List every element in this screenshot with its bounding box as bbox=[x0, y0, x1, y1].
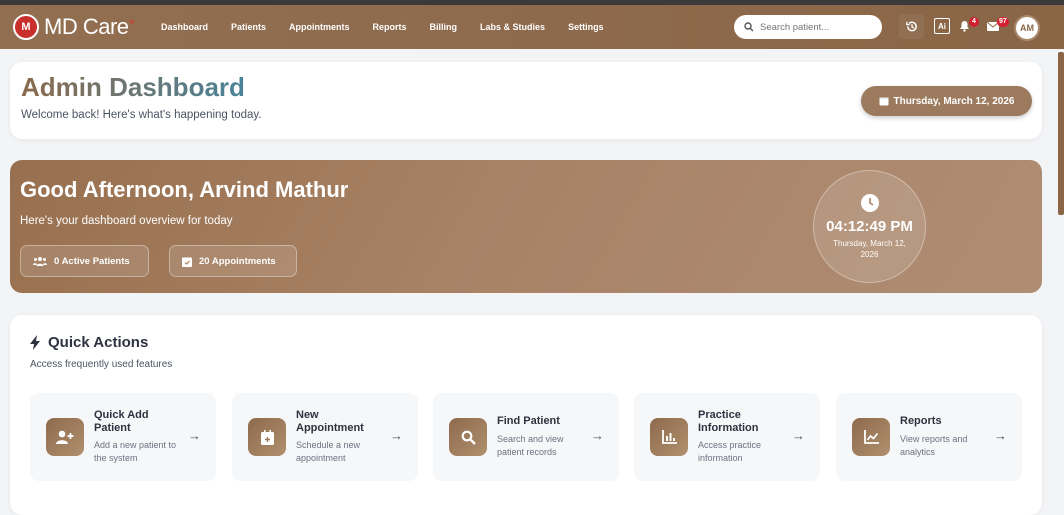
date-text: Thursday, March 12, 2026 bbox=[893, 95, 1015, 107]
card-description: Access practice information bbox=[698, 440, 762, 463]
clock-icon bbox=[861, 194, 879, 212]
bolt-icon bbox=[30, 335, 40, 350]
nav-appointments[interactable]: Appointments bbox=[289, 22, 350, 32]
card-description: Add a new patient to the system bbox=[94, 440, 177, 463]
nav-patients[interactable]: Patients bbox=[231, 22, 266, 32]
quick-add-patient-card[interactable]: Quick Add Patient Add a new patient to t… bbox=[30, 393, 216, 481]
live-clock: 04:12:49 PM Thursday, March 12, 2026 bbox=[813, 170, 926, 283]
history-button[interactable] bbox=[899, 14, 924, 39]
nav-reports[interactable]: Reports bbox=[373, 22, 407, 32]
new-appointment-card[interactable]: New Appointment Schedule a new appointme… bbox=[232, 393, 418, 481]
nav-billing[interactable]: Billing bbox=[430, 22, 458, 32]
arrow-right-icon: → bbox=[994, 428, 1007, 443]
chart-icon bbox=[650, 418, 688, 456]
card-description: View reports and analytics bbox=[900, 434, 968, 457]
card-title: Find Patient bbox=[497, 415, 560, 427]
user-avatar[interactable]: AM bbox=[1014, 15, 1040, 41]
calendar-icon bbox=[879, 97, 888, 106]
greeting-banner: Good Afternoon, Arvind Mathur Here's you… bbox=[10, 160, 1042, 293]
nav-labs-studies[interactable]: Labs & Studies bbox=[480, 22, 545, 32]
card-title: Reports bbox=[900, 415, 942, 427]
practice-information-card[interactable]: Practice Information Access practice inf… bbox=[634, 393, 820, 481]
ai-icon: Ai bbox=[938, 21, 946, 31]
page-title: Admin Dashboard bbox=[21, 72, 245, 102]
arrow-right-icon: → bbox=[792, 428, 805, 443]
brand-name: MD Care bbox=[44, 14, 129, 39]
logo-mark-icon: M bbox=[13, 14, 39, 40]
brand-plus: + bbox=[128, 16, 135, 29]
reports-card[interactable]: Reports View reports and analytics → bbox=[836, 393, 1022, 481]
calendar-check-icon bbox=[182, 257, 192, 267]
bell-icon bbox=[959, 21, 969, 32]
messages-button[interactable]: 97 bbox=[985, 17, 1009, 34]
notifications-button[interactable]: 4 bbox=[956, 17, 979, 34]
greeting-subtitle: Here's your dashboard overview for today bbox=[20, 215, 233, 227]
greeting-title: Good Afternoon, Arvind Mathur bbox=[20, 177, 349, 202]
card-description: Schedule a new appointment bbox=[296, 440, 361, 463]
nav-dashboard[interactable]: Dashboard bbox=[161, 22, 208, 32]
search-box bbox=[734, 15, 882, 39]
brand-logo[interactable]: M MD Care+ bbox=[13, 14, 135, 40]
clock-time: 04:12:49 PM bbox=[826, 218, 913, 235]
ai-button[interactable]: Ai bbox=[934, 18, 950, 34]
active-patients-chip[interactable]: 0 Active Patients bbox=[20, 245, 149, 277]
card-description: Search and view patient records bbox=[497, 434, 564, 457]
find-patient-card[interactable]: Find Patient Search and view patient rec… bbox=[433, 393, 619, 481]
search-icon bbox=[744, 22, 754, 32]
date-badge: Thursday, March 12, 2026 bbox=[861, 86, 1032, 116]
search-input[interactable] bbox=[760, 21, 870, 33]
user-plus-icon bbox=[46, 418, 84, 456]
arrow-right-icon: → bbox=[390, 428, 403, 443]
page-header-card: Admin Dashboard Welcome back! Here's wha… bbox=[10, 62, 1042, 139]
appointments-chip[interactable]: 20 Appointments bbox=[169, 245, 297, 277]
quick-actions-title: Quick Actions bbox=[48, 334, 149, 351]
line-chart-icon bbox=[852, 418, 890, 456]
messages-badge: 97 bbox=[997, 17, 1009, 27]
arrow-right-icon: → bbox=[188, 428, 201, 443]
notifications-badge: 4 bbox=[969, 17, 979, 27]
search-icon bbox=[449, 418, 487, 456]
quick-actions-subtitle: Access frequently used features bbox=[30, 359, 173, 370]
page-subtitle: Welcome back! Here's what's happening to… bbox=[21, 109, 262, 121]
top-navbar: M MD Care+ Dashboard Patients Appointmen… bbox=[0, 5, 1064, 49]
arrow-right-icon: → bbox=[591, 428, 604, 443]
card-title: New Appointment bbox=[296, 409, 364, 434]
scrollbar-thumb[interactable] bbox=[1058, 52, 1064, 215]
nav-settings[interactable]: Settings bbox=[568, 22, 604, 32]
quick-actions-panel: Quick Actions Access frequently used fea… bbox=[10, 315, 1042, 515]
nav-links: Dashboard Patients Appointments Reports … bbox=[161, 5, 627, 49]
card-title: Practice Information bbox=[698, 409, 759, 434]
clock-date: Thursday, March 12, 2026 bbox=[833, 239, 906, 259]
active-patients-label: 0 Active Patients bbox=[54, 255, 130, 267]
appointments-label: 20 Appointments bbox=[199, 255, 276, 267]
users-icon bbox=[33, 257, 47, 266]
calendar-plus-icon bbox=[248, 418, 286, 456]
card-title: Quick Add Patient bbox=[94, 409, 149, 434]
history-icon bbox=[906, 21, 917, 32]
